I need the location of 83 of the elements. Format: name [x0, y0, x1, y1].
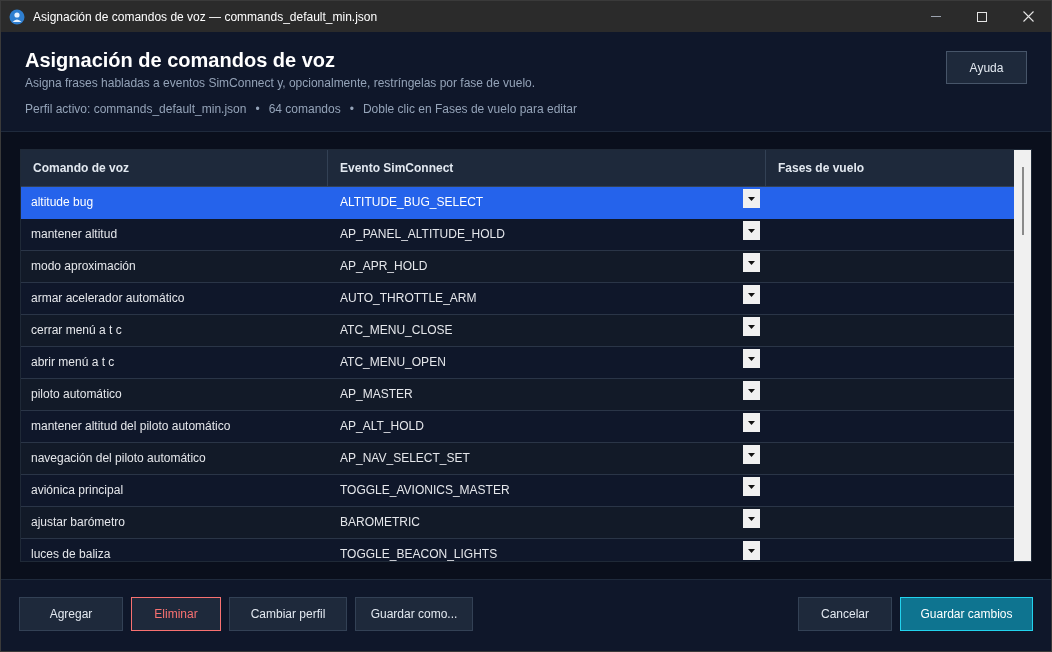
close-icon [1022, 11, 1034, 22]
table-row[interactable]: mantener altitud del piloto automático AP_ALT_HOLD [21, 411, 1014, 443]
dropdown-button[interactable] [743, 541, 760, 560]
footer-button[interactable]: Cambiar perfil [229, 597, 347, 631]
dropdown-button[interactable] [743, 381, 760, 400]
caret-icon [748, 548, 755, 553]
caret-icon [748, 324, 755, 329]
caret-icon [748, 484, 755, 489]
dropdown-button[interactable] [743, 285, 760, 304]
dropdown-button[interactable] [743, 221, 760, 240]
command-cell: mantener altitud [31, 227, 118, 241]
save-button[interactable]: Guardar cambios [900, 597, 1033, 631]
column-header[interactable]: Comando de voz [21, 150, 328, 186]
caret-icon [748, 420, 755, 425]
scrollbar[interactable] [1014, 150, 1031, 561]
dropdown-button[interactable] [743, 477, 760, 496]
command-cell: cerrar menú a t c [31, 323, 122, 337]
caret-icon [748, 452, 755, 457]
table-row[interactable]: aviónica principal TOGGLE_AVIONICS_MASTER [21, 475, 1014, 507]
event-cell: ATC_MENU_CLOSE [340, 323, 453, 337]
event-cell: AUTO_THROTTLE_ARM [340, 291, 477, 305]
help-button[interactable]: Ayuda [946, 51, 1027, 84]
dropdown-button[interactable] [743, 445, 760, 464]
separator-dot: • [255, 101, 260, 117]
dropdown-button[interactable] [743, 413, 760, 432]
command-cell: abrir menú a t c [31, 355, 115, 369]
table-row[interactable]: ajustar barómetro BAROMETRIC [21, 507, 1014, 539]
caret-icon [748, 516, 755, 521]
caret-icon [748, 260, 755, 265]
event-cell: AP_APR_HOLD [340, 259, 428, 273]
table-row[interactable]: modo aproximación AP_APR_HOLD [21, 251, 1014, 283]
event-cell: TOGGLE_AVIONICS_MASTER [340, 483, 510, 497]
footer-button[interactable]: Cancelar [798, 597, 892, 631]
selected-row[interactable]: altitude bug ALTITUDE_BUG_SELECT [21, 187, 1014, 219]
command-cell: mantener altitud del piloto automático [31, 419, 231, 433]
delete-button[interactable]: Eliminar [131, 597, 221, 631]
event-cell: AP_NAV_SELECT_SET [340, 451, 470, 465]
dropdown-button[interactable] [743, 253, 760, 272]
command-cell: modo aproximación [31, 259, 136, 273]
command-cell: armar acelerador automático [31, 291, 185, 305]
minimize-icon [931, 16, 941, 17]
event-cell: AP_MASTER [340, 387, 413, 401]
caret-icon [748, 196, 755, 201]
footer-button[interactable]: Guardar como... [355, 597, 473, 631]
dropdown-button[interactable] [743, 189, 760, 208]
column-header[interactable]: Fases de vuelo [766, 150, 1014, 186]
meta-info: Perfil activo: commands_default_min.json [25, 101, 247, 117]
column-header[interactable]: Evento SimConnect [328, 150, 766, 186]
footer-button[interactable]: Agregar [19, 597, 123, 631]
event-cell: AP_PANEL_ALTITUDE_HOLD [340, 227, 505, 241]
page-subtitle: Asigna frases habladas a eventos SimConnect y, opcionalmente, restríngelas por fase de vuelo. [25, 75, 537, 91]
caret-icon [748, 388, 755, 393]
separator-dot: • [349, 101, 354, 117]
scrollbar-thumb[interactable] [1021, 167, 1024, 235]
command-cell: aviónica principal [31, 483, 124, 497]
event-cell: TOGGLE_BEACON_LIGHTS [340, 547, 498, 561]
caret-icon [748, 356, 755, 361]
event-cell: ALTITUDE_BUG_SELECT [340, 195, 484, 209]
table-row[interactable]: mantener altitud AP_PANEL_ALTITUDE_HOLD [21, 219, 1014, 251]
caret-icon [748, 292, 755, 297]
command-cell: navegación del piloto automático [31, 451, 206, 465]
window-title: Asignación de comandos de voz — commands_default_min.json [33, 8, 378, 26]
event-cell: BAROMETRIC [340, 515, 420, 529]
table-row[interactable]: abrir menú a t c ATC_MENU_OPEN [21, 347, 1014, 379]
meta-info: Doble clic en Fases de vuelo para editar [362, 101, 577, 117]
dropdown-button[interactable] [743, 317, 760, 336]
maximize-icon [977, 11, 987, 22]
command-cell: piloto automático [31, 387, 122, 401]
table-row[interactable]: piloto automático AP_MASTER [21, 379, 1014, 411]
dropdown-button[interactable] [743, 349, 760, 368]
meta-info: 64 comandos [268, 101, 341, 117]
event-cell: AP_ALT_HOLD [340, 419, 424, 433]
table-row[interactable]: navegación del piloto automático AP_NAV_SELECT_SET [21, 443, 1014, 475]
dropdown-button[interactable] [743, 509, 760, 528]
table-row[interactable]: cerrar menú a t c ATC_MENU_CLOSE [21, 315, 1014, 347]
caret-icon [748, 228, 755, 233]
command-cell: luces de baliza [31, 547, 111, 561]
command-cell: ajustar barómetro [31, 515, 126, 529]
page-title: Asignación de comandos de voz [25, 48, 337, 72]
command-cell: altitude bug [31, 195, 94, 209]
app-logo-icon [9, 8, 25, 25]
event-cell: ATC_MENU_OPEN [340, 355, 446, 369]
table-row[interactable]: armar acelerador automático AUTO_THROTTLE_ARM [21, 283, 1014, 315]
